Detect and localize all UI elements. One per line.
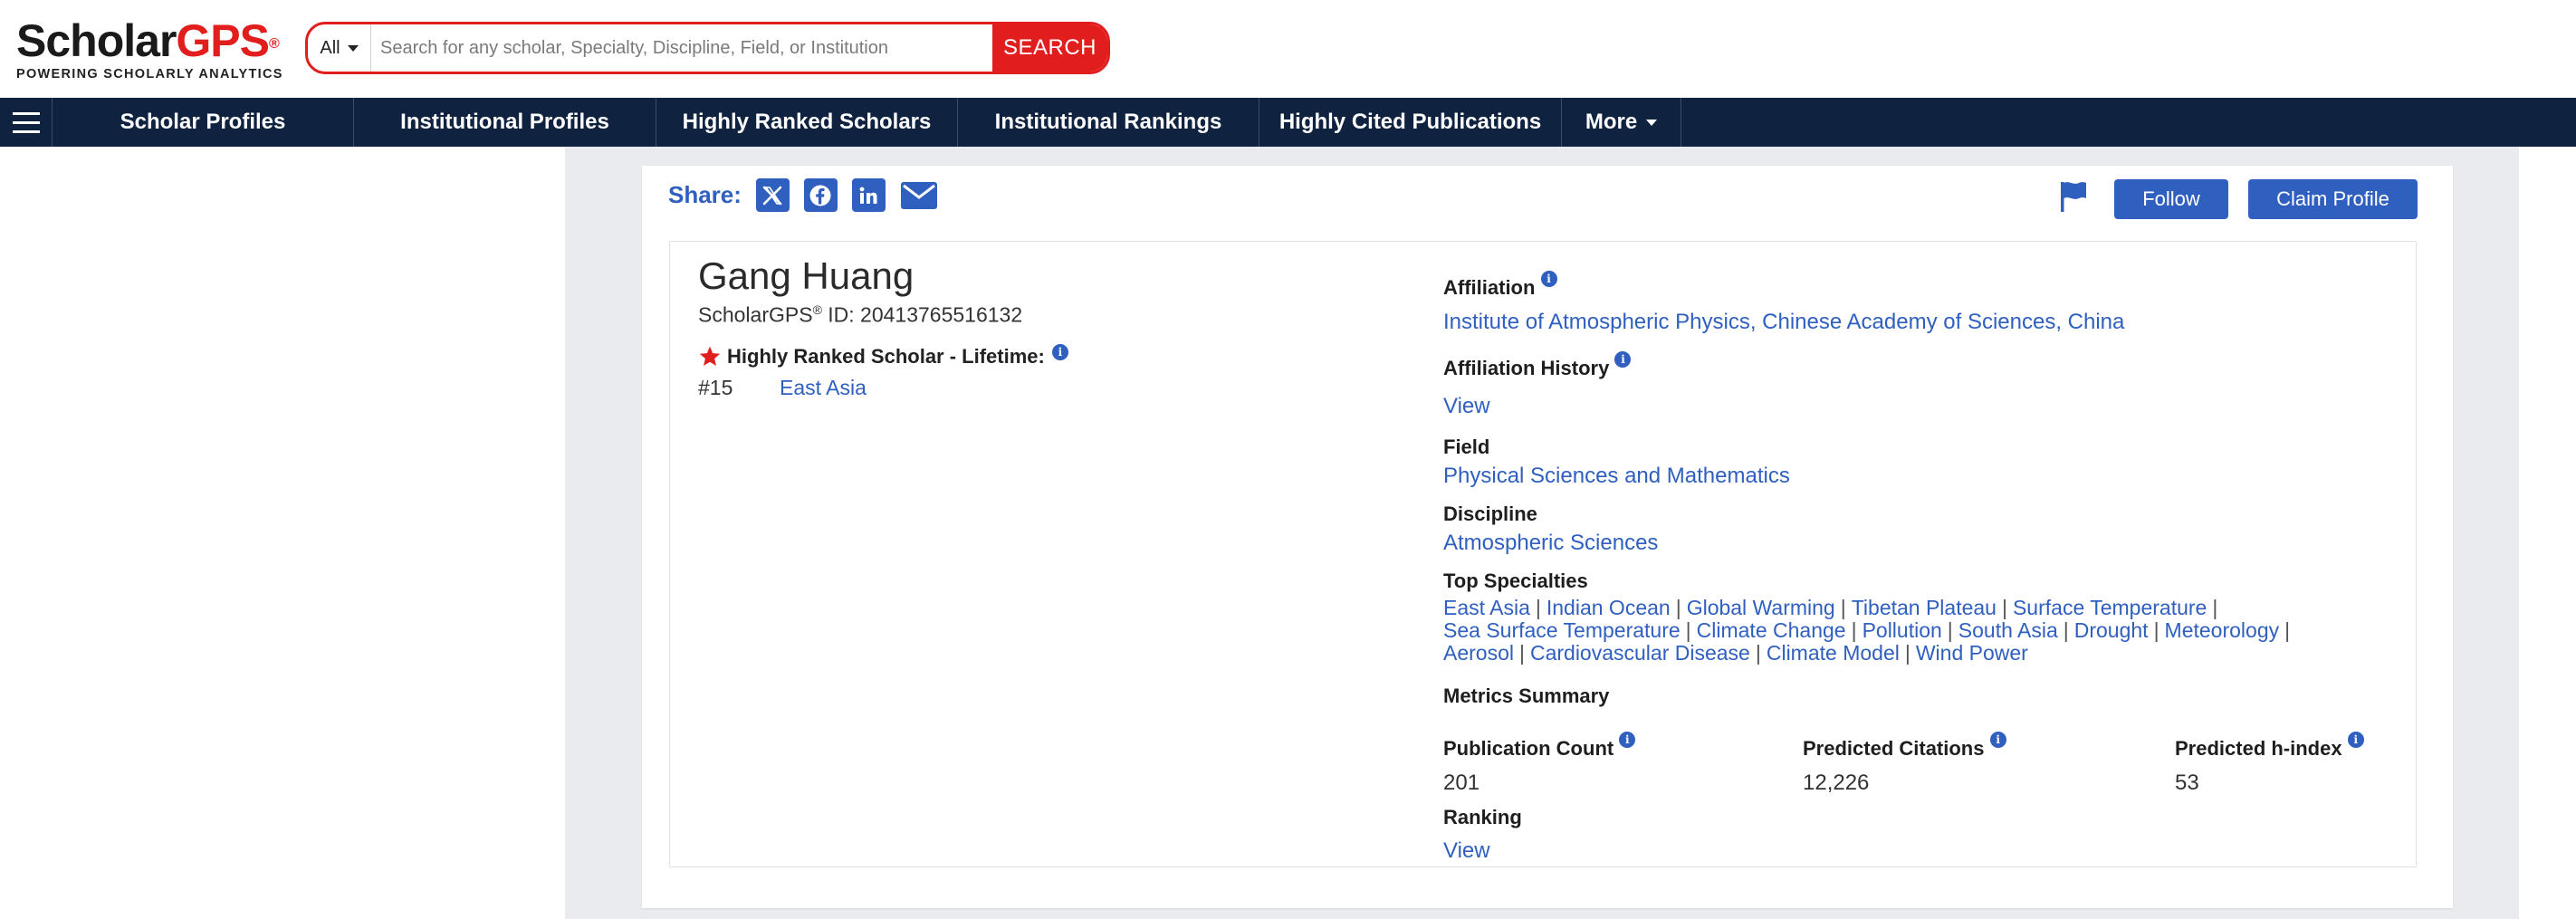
info-icon[interactable]: i bbox=[1540, 271, 1557, 287]
linkedin-icon[interactable] bbox=[851, 178, 886, 212]
nav-item-label: Institutional Rankings bbox=[994, 110, 1222, 134]
nav-item-label: Scholar Profiles bbox=[120, 110, 286, 134]
scholar-name: Gang Huang bbox=[698, 254, 915, 297]
publication-count-value: 201 bbox=[1443, 771, 1480, 795]
caret-down-icon bbox=[347, 44, 359, 52]
logo-word-gps: GPS bbox=[176, 15, 270, 66]
nav-item-label: Highly Cited Publications bbox=[1278, 110, 1542, 134]
field-label: Field bbox=[1443, 436, 1490, 458]
top-specialties-label: Top Specialties bbox=[1443, 570, 1588, 592]
nav-item-label: Highly Ranked Scholars bbox=[682, 110, 932, 134]
scholar-id: ScholarGPS® ID: 20413765516132 bbox=[698, 302, 1022, 328]
rank-region-link[interactable]: East Asia bbox=[780, 376, 867, 399]
affiliation-history-label: Affiliation History i bbox=[1443, 351, 1632, 380]
specialty-link[interactable]: Indian Ocean bbox=[1547, 596, 1671, 619]
flag-icon[interactable] bbox=[2058, 180, 2089, 213]
predicted-citations-label: Predicted Citations i bbox=[1803, 732, 2006, 761]
nav-item-highly-ranked-scholars[interactable]: Highly Ranked Scholars bbox=[656, 98, 958, 147]
specialty-link[interactable]: Drought bbox=[2074, 618, 2149, 642]
specialty-link[interactable]: Wind Power bbox=[1916, 641, 2028, 665]
hamburger-icon[interactable] bbox=[0, 98, 53, 147]
specialty-link[interactable]: Pollution bbox=[1863, 618, 1942, 642]
share-label: Share: bbox=[668, 181, 742, 208]
nav-item-institutional-profiles[interactable]: Institutional Profiles bbox=[354, 98, 656, 147]
specialty-link[interactable]: Sea Surface Temperature bbox=[1443, 618, 1681, 642]
logo-wordmark: ScholarGPS® bbox=[16, 15, 280, 66]
predicted-citations-value: 12,226 bbox=[1803, 771, 1870, 795]
discipline-label: Discipline bbox=[1443, 503, 1537, 525]
discipline-link[interactable]: Atmospheric Sciences bbox=[1443, 531, 1658, 556]
specialty-link[interactable]: Tibetan Plateau bbox=[1852, 596, 1997, 619]
specialty-link[interactable]: East Asia bbox=[1443, 596, 1530, 619]
highly-ranked-label: Highly Ranked Scholar - Lifetime: bbox=[727, 345, 1045, 368]
caret-down-icon bbox=[1646, 119, 1658, 126]
affiliation-link[interactable]: Institute of Atmospheric Physics, Chines… bbox=[1443, 310, 2124, 335]
envelope-icon[interactable] bbox=[900, 178, 938, 212]
predicted-hindex-value: 53 bbox=[2175, 771, 2199, 795]
logo-registered-mark: ® bbox=[269, 36, 280, 52]
metrics-summary-label: Metrics Summary bbox=[1443, 684, 1610, 707]
predicted-hindex-label: Predicted h-index i bbox=[2175, 732, 2364, 761]
nav-item-label: Institutional Profiles bbox=[400, 110, 609, 134]
highly-ranked-badge: Highly Ranked Scholar - Lifetime: i bbox=[698, 344, 1068, 369]
logo-word-scholar: Scholar bbox=[16, 15, 177, 66]
info-icon[interactable]: i bbox=[1989, 732, 2006, 748]
nav-item-more[interactable]: More bbox=[1562, 98, 1681, 147]
field-link[interactable]: Physical Sciences and Mathematics bbox=[1443, 464, 1790, 489]
specialties-list: East Asia | Indian Ocean | Global Warming | Ti… bbox=[1443, 596, 2291, 665]
nav-item-label: More bbox=[1585, 110, 1638, 134]
info-icon[interactable]: i bbox=[1614, 351, 1632, 368]
affiliation-label: Affiliation i bbox=[1443, 271, 1557, 300]
specialty-link[interactable]: Climate Change bbox=[1697, 618, 1846, 642]
main-nav: Scholar Profiles Institutional Profiles … bbox=[0, 98, 2576, 147]
search-button[interactable]: SEARCH bbox=[992, 24, 1107, 72]
specialty-link[interactable]: South Asia bbox=[1958, 618, 2058, 642]
profile-card: Gang Huang ScholarGPS® ID: 2041376551613… bbox=[669, 241, 2417, 867]
follow-button[interactable]: Follow bbox=[2114, 179, 2228, 219]
search-type-dropdown[interactable]: All bbox=[308, 24, 371, 72]
site-header: ScholarGPS® POWERING SCHOLARLY ANALYTICS… bbox=[0, 0, 2576, 98]
specialty-link[interactable]: Climate Model bbox=[1767, 641, 1900, 665]
specialty-link[interactable]: Meteorology bbox=[2165, 618, 2280, 642]
search-input[interactable] bbox=[371, 24, 992, 72]
ranking-label: Ranking bbox=[1443, 806, 1522, 828]
profile-panel: Share: Follow Claim Profile Gang Huang S… bbox=[642, 166, 2453, 908]
registered-mark: ® bbox=[812, 302, 822, 317]
search-bar: All SEARCH bbox=[305, 22, 1110, 74]
star-icon bbox=[699, 346, 721, 366]
logo-tagline: POWERING SCHOLARLY ANALYTICS bbox=[16, 67, 283, 81]
specialty-link[interactable]: Global Warming bbox=[1687, 596, 1835, 619]
x-twitter-icon[interactable] bbox=[755, 178, 790, 212]
rank-row: #15 East Asia bbox=[698, 376, 867, 400]
specialty-link[interactable]: Aerosol bbox=[1443, 641, 1514, 665]
nav-item-institutional-rankings[interactable]: Institutional Rankings bbox=[958, 98, 1259, 147]
facebook-icon[interactable] bbox=[803, 178, 838, 212]
affiliation-history-view-link[interactable]: View bbox=[1443, 394, 1490, 419]
rank-number: #15 bbox=[698, 376, 733, 399]
nav-item-highly-cited-publications[interactable]: Highly Cited Publications bbox=[1259, 98, 1562, 147]
scholargps-logo[interactable]: ScholarGPS® POWERING SCHOLARLY ANALYTICS bbox=[16, 15, 283, 81]
info-icon[interactable]: i bbox=[2347, 732, 2364, 748]
info-icon[interactable]: i bbox=[1051, 344, 1068, 360]
scholar-id-prefix: ScholarGPS bbox=[698, 302, 813, 327]
specialty-link[interactable]: Surface Temperature bbox=[2013, 596, 2207, 619]
specialty-link[interactable]: Cardiovascular Disease bbox=[1530, 641, 1750, 665]
info-icon[interactable]: i bbox=[1619, 732, 1636, 748]
search-type-value: All bbox=[320, 37, 340, 58]
claim-profile-button[interactable]: Claim Profile bbox=[2248, 179, 2418, 219]
ranking-view-link[interactable]: View bbox=[1443, 838, 1490, 864]
nav-item-scholar-profiles[interactable]: Scholar Profiles bbox=[53, 98, 354, 147]
scholar-id-value: ID: 20413765516132 bbox=[821, 302, 1023, 327]
publication-count-label: Publication Count i bbox=[1443, 732, 1636, 761]
share-bar: Share: bbox=[668, 178, 953, 212]
